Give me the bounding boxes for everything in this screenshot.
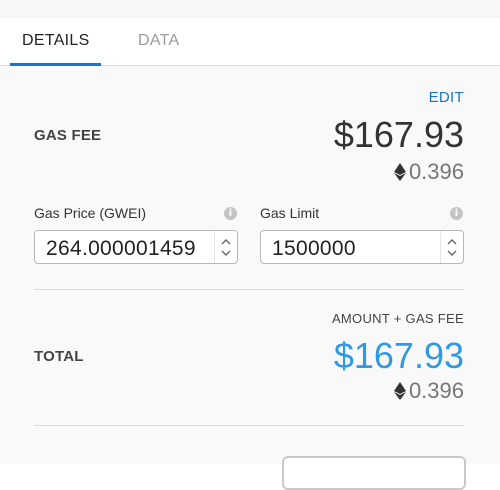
gas-price-stepper[interactable] [214,231,237,263]
total-label: TOTAL [34,348,84,365]
gas-limit-label: Gas Limit [260,205,320,221]
gas-price-value: 264.000001459 [46,237,196,260]
gas-limit-value: 1500000 [272,237,356,260]
stepper-up-icon[interactable] [447,239,457,245]
divider [34,425,464,426]
stepper-up-icon[interactable] [221,239,231,245]
tab-details[interactable]: DETAILS [22,32,90,50]
total-eth: 0.396 [408,378,464,403]
gas-fee-usd: $167.93 [333,114,464,155]
total-eth-row: 0.396 [393,378,464,404]
divider [34,289,464,290]
gas-price-label: Gas Price (GWEI) [34,205,147,221]
ethereum-icon [393,163,406,181]
gas-fee-label: GAS FEE [34,127,102,144]
edit-button[interactable]: EDIT [429,89,464,106]
ethereum-icon [393,382,406,400]
total-usd: $167.93 [333,335,464,376]
tab-bar: DETAILS DATA [0,18,500,66]
stepper-down-icon[interactable] [447,250,457,256]
info-icon[interactable]: i [224,207,237,220]
top-strip [0,0,500,18]
gas-price-input[interactable]: 264.000001459 [34,230,238,264]
bottom-button[interactable] [282,456,466,490]
gas-limit-stepper[interactable] [440,231,463,263]
amount-plus-gas-fee-label: AMOUNT + GAS FEE [331,311,464,326]
tab-data[interactable]: DATA [138,32,180,50]
gas-fee-eth: 0.396 [408,159,464,184]
stepper-down-icon[interactable] [221,250,231,256]
gas-limit-input[interactable]: 1500000 [260,230,464,264]
gas-fee-eth-row: 0.396 [393,159,464,185]
info-icon[interactable]: i [450,207,463,220]
